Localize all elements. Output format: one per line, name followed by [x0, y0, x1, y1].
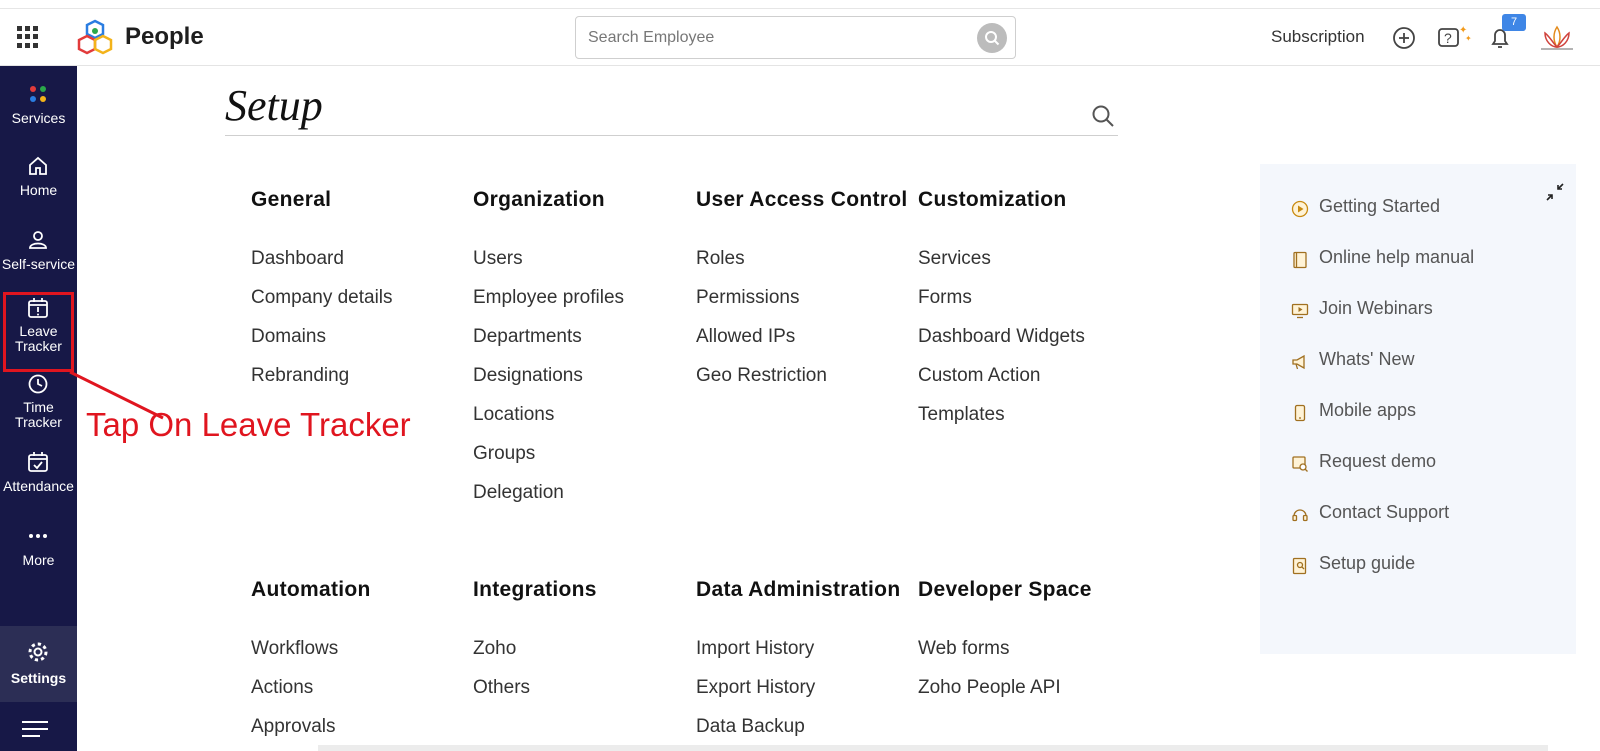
setup-link[interactable]: Locations — [473, 404, 554, 426]
section-heading-customization: Customization — [918, 188, 1067, 211]
sidebar-item-settings[interactable]: Settings — [0, 626, 77, 702]
setup-link[interactable]: Dashboard Widgets — [918, 326, 1085, 348]
setup-link[interactable]: Templates — [918, 404, 1005, 426]
gear-icon — [28, 642, 48, 662]
headset-icon — [1292, 509, 1308, 522]
sidebar-item-label: More — [22, 552, 55, 568]
title-divider — [225, 135, 1118, 136]
setup-link[interactable]: Allowed IPs — [696, 326, 795, 348]
setup-link[interactable]: Employee profiles — [473, 287, 624, 309]
help-item-label: Contact Support — [1319, 502, 1450, 522]
help-item-label: Whats' New — [1319, 349, 1415, 369]
section-heading-integrations: Integrations — [473, 578, 597, 601]
section-heading-general: General — [251, 188, 332, 211]
collapse-icon[interactable] — [1545, 182, 1565, 202]
page-title: Setup — [225, 81, 323, 130]
help-question-icon[interactable]: ? ✦ ✦ — [1435, 23, 1475, 53]
setup-link[interactable]: Domains — [251, 326, 326, 348]
setup-link[interactable]: Approvals — [251, 716, 336, 738]
top-header: People Subscription ? ✦ ✦ 7 — [0, 9, 1600, 66]
setup-link[interactable]: Import History — [696, 638, 814, 660]
setup-link[interactable]: Forms — [918, 287, 972, 309]
setup-link[interactable]: Workflows — [251, 638, 338, 660]
webinar-icon — [1291, 303, 1309, 319]
help-item-label: Join Webinars — [1319, 298, 1433, 318]
svg-text:?: ? — [1444, 30, 1452, 46]
setup-link[interactable]: Data Backup — [696, 716, 805, 738]
notification-count-badge: 7 — [1502, 14, 1526, 31]
setup-link[interactable]: Designations — [473, 365, 583, 387]
setup-link[interactable]: Services — [918, 248, 991, 270]
setup-link[interactable]: Delegation — [473, 482, 564, 504]
setup-link[interactable]: Zoho — [473, 638, 516, 660]
annotation-pointer-line — [69, 370, 164, 420]
sidebar-item-more[interactable]: More — [0, 524, 77, 594]
svg-text:✦: ✦ — [1465, 34, 1472, 43]
guide-icon — [1292, 557, 1307, 575]
hamburger-menu-icon[interactable] — [22, 721, 50, 741]
megaphone-icon — [1292, 354, 1305, 370]
setup-link[interactable]: Others — [473, 677, 530, 699]
more-dots-icon — [29, 534, 47, 538]
section-heading-data-administration: Data Administration — [696, 578, 901, 601]
setup-link[interactable]: Zoho People API — [918, 677, 1061, 699]
search-button[interactable] — [977, 23, 1007, 53]
setup-link[interactable]: Roles — [696, 248, 745, 270]
top-strip — [0, 0, 1600, 9]
help-item-label: Online help manual — [1319, 247, 1475, 267]
book-icon — [1293, 251, 1307, 269]
employee-search — [575, 16, 1016, 59]
play-circle-icon — [1291, 200, 1309, 218]
setup-link[interactable]: Geo Restriction — [696, 365, 827, 387]
subscription-link[interactable]: Subscription — [1271, 27, 1365, 47]
setup-link[interactable]: Users — [473, 248, 523, 270]
section-heading-automation: Automation — [251, 578, 371, 601]
setup-link[interactable]: Actions — [251, 677, 313, 699]
settings-label: Settings — [10, 670, 67, 686]
employee-search-input[interactable] — [588, 25, 958, 51]
calendar-check-icon — [28, 452, 48, 472]
mobile-icon — [1294, 404, 1306, 422]
sidebar-item-attendance[interactable]: Attendance — [0, 450, 77, 520]
setup-link[interactable]: Departments — [473, 326, 582, 348]
section-heading-developer-space: Developer Space — [918, 578, 1092, 601]
setup-link[interactable]: Web forms — [918, 638, 1010, 660]
search-icon — [985, 31, 1000, 46]
setup-link[interactable]: Company details — [251, 287, 393, 309]
annotation-text: Tap On Leave Tracker — [86, 406, 411, 443]
setup-link[interactable]: Custom Action — [918, 365, 1041, 387]
help-item-label: Mobile apps — [1319, 400, 1417, 420]
section-heading-user-access-control: User Access Control — [696, 188, 908, 211]
add-circle-icon[interactable] — [1389, 23, 1419, 53]
help-item-label: Setup guide — [1319, 553, 1416, 573]
help-item-label: Request demo — [1319, 451, 1437, 471]
demo-icon — [1292, 456, 1308, 472]
setup-link[interactable]: Export History — [696, 677, 815, 699]
section-heading-organization: Organization — [473, 188, 605, 211]
search-icon[interactable] — [1090, 103, 1116, 129]
org-logo-avatar[interactable] — [1535, 21, 1579, 55]
horizontal-scrollbar[interactable] — [318, 745, 1548, 751]
sidebar-item-label: Attendance — [3, 478, 74, 494]
help-item-label: Getting Started — [1319, 196, 1441, 216]
setup-link[interactable]: Rebranding — [251, 365, 349, 387]
setup-link[interactable]: Permissions — [696, 287, 799, 309]
setup-link[interactable]: Dashboard — [251, 248, 344, 270]
setup-link[interactable]: Groups — [473, 443, 535, 465]
